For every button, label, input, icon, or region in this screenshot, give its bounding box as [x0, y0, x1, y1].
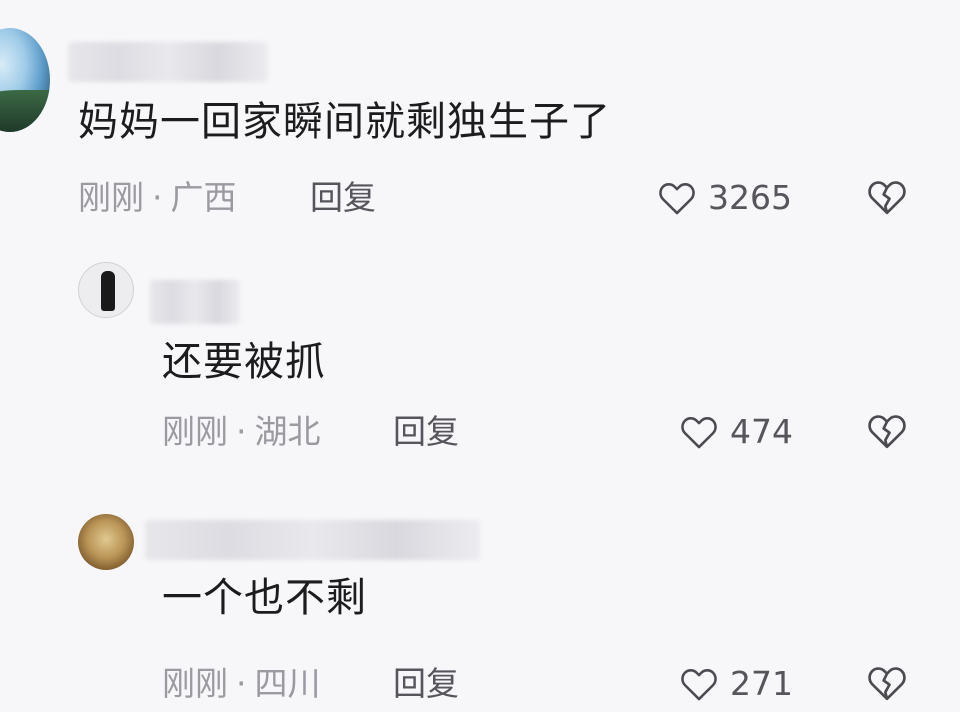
heart-outline-icon	[681, 669, 717, 701]
broken-heart-icon	[868, 667, 906, 701]
username-blurred[interactable]	[145, 520, 480, 560]
meta-separator: ·	[236, 664, 247, 703]
user-avatar[interactable]	[0, 28, 50, 132]
dislike-button[interactable]	[867, 178, 907, 216]
comment-item: 妈妈一回家瞬间就剩独生子了 刚刚 · 广西 回复 3265	[0, 28, 960, 238]
comment-time: 刚刚	[162, 664, 228, 703]
heart-outline-icon	[659, 183, 695, 215]
comment-location: 广西	[170, 178, 237, 217]
comment-text: 还要被抓	[162, 339, 326, 385]
comment-time: 刚刚	[78, 178, 144, 217]
dislike-button[interactable]	[867, 664, 907, 702]
meta-separator: ·	[236, 412, 247, 451]
like-button[interactable]: 271	[680, 664, 793, 704]
broken-heart-icon	[868, 415, 906, 449]
like-count: 271	[730, 664, 793, 703]
like-count: 3265	[708, 178, 792, 217]
heart-outline-icon	[681, 417, 717, 449]
comment-time: 刚刚	[162, 412, 228, 451]
user-avatar[interactable]	[78, 514, 134, 570]
comment-meta: 刚刚 · 四川	[162, 664, 321, 704]
dislike-button[interactable]	[867, 412, 907, 450]
like-count: 474	[730, 412, 793, 451]
broken-heart-icon	[868, 181, 906, 215]
username-blurred[interactable]	[68, 42, 268, 82]
comment-text: 一个也不剩	[162, 575, 367, 621]
reply-button[interactable]: 回复	[393, 664, 459, 704]
meta-separator: ·	[152, 178, 163, 217]
comment-list: 妈妈一回家瞬间就剩独生子了 刚刚 · 广西 回复 3265 还要被抓 刚刚 · 湖北 回…	[0, 0, 960, 712]
comment-meta: 刚刚 · 湖北	[162, 412, 321, 452]
comment-text: 妈妈一回家瞬间就剩独生子了	[78, 99, 611, 145]
user-avatar[interactable]	[78, 262, 134, 318]
reply-item: 一个也不剩 刚刚 · 四川 回复 271	[0, 512, 960, 712]
username-blurred[interactable]	[150, 280, 240, 324]
like-button[interactable]: 3265	[658, 178, 792, 218]
reply-button[interactable]: 回复	[393, 412, 459, 452]
comment-meta: 刚刚 · 广西	[78, 178, 237, 218]
comment-location: 湖北	[254, 412, 321, 451]
comment-location: 四川	[254, 664, 321, 703]
reply-button[interactable]: 回复	[310, 178, 376, 218]
reply-item: 还要被抓 刚刚 · 湖北 回复 474	[0, 258, 960, 458]
like-button[interactable]: 474	[680, 412, 793, 452]
